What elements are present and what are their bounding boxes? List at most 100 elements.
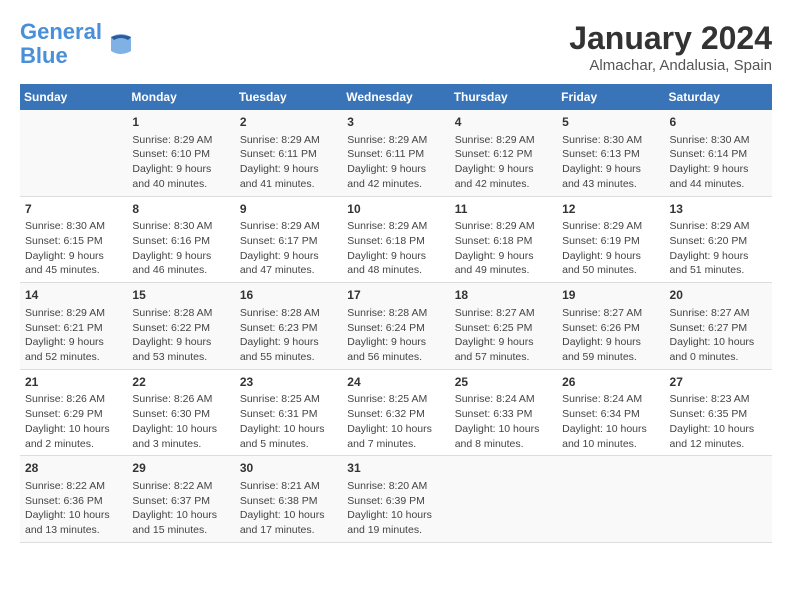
weekday-header: Monday (127, 84, 234, 110)
day-number: 17 (347, 287, 444, 304)
day-info: Sunrise: 8:26 AM Sunset: 6:29 PM Dayligh… (25, 392, 122, 451)
day-number: 5 (562, 114, 659, 131)
day-info: Sunrise: 8:25 AM Sunset: 6:31 PM Dayligh… (240, 392, 337, 451)
calendar-cell: 9Sunrise: 8:29 AM Sunset: 6:17 PM Daylig… (235, 196, 342, 283)
day-info: Sunrise: 8:29 AM Sunset: 6:20 PM Dayligh… (670, 219, 767, 278)
location-title: Almachar, Andalusia, Spain (569, 57, 772, 74)
calendar-cell: 31 Sunrise: 8:20 AM Sunset: 6:39 PM Dayli… (342, 456, 449, 543)
day-info: Sunrise: 8:30 AM Sunset: 6:14 PM Dayligh… (670, 133, 767, 192)
day-number: 28 (25, 460, 122, 477)
day-number: 23 (240, 374, 337, 391)
calendar-cell: 17 Sunrise: 8:28 AM Sunset: 6:24 PM Dayli… (342, 283, 449, 370)
day-info: Sunrise: 8:28 AM Sunset: 6:24 PM Dayligh… (347, 306, 444, 365)
calendar-cell: 18 Sunrise: 8:27 AM Sunset: 6:25 PM Dayli… (450, 283, 557, 370)
day-number: 9 (240, 201, 337, 218)
calendar-week-row: 1Sunrise: 8:29 AM Sunset: 6:10 PM Daylig… (20, 110, 772, 196)
day-number: 26 (562, 374, 659, 391)
day-info: Sunrise: 8:28 AM Sunset: 6:22 PM Dayligh… (132, 306, 229, 365)
day-number: 14 (25, 287, 122, 304)
calendar-cell: 7Sunrise: 8:30 AM Sunset: 6:15 PM Daylig… (20, 196, 127, 283)
calendar-cell: 19 Sunrise: 8:27 AM Sunset: 6:26 PM Dayli… (557, 283, 664, 370)
day-number: 29 (132, 460, 229, 477)
calendar-cell: 13Sunrise: 8:29 AM Sunset: 6:20 PM Dayli… (665, 196, 772, 283)
weekday-header: Friday (557, 84, 664, 110)
logo-icon (106, 29, 136, 59)
day-number: 31 (347, 460, 444, 477)
calendar-cell: 1Sunrise: 8:29 AM Sunset: 6:10 PM Daylig… (127, 110, 234, 196)
day-number: 12 (562, 201, 659, 218)
calendar-cell: 15Sunrise: 8:28 AM Sunset: 6:22 PM Dayli… (127, 283, 234, 370)
calendar-cell: 27Sunrise: 8:23 AM Sunset: 6:35 PM Dayli… (665, 369, 772, 456)
day-number: 4 (455, 114, 552, 131)
day-number: 30 (240, 460, 337, 477)
calendar-cell: 8Sunrise: 8:30 AM Sunset: 6:16 PM Daylig… (127, 196, 234, 283)
day-info: Sunrise: 8:25 AM Sunset: 6:32 PM Dayligh… (347, 392, 444, 451)
day-info: Sunrise: 8:24 AM Sunset: 6:34 PM Dayligh… (562, 392, 659, 451)
day-info: Sunrise: 8:29 AM Sunset: 6:21 PM Dayligh… (25, 306, 122, 365)
day-info: Sunrise: 8:29 AM Sunset: 6:10 PM Dayligh… (132, 133, 229, 192)
weekday-header: Tuesday (235, 84, 342, 110)
day-number: 21 (25, 374, 122, 391)
day-info: Sunrise: 8:30 AM Sunset: 6:13 PM Dayligh… (562, 133, 659, 192)
day-number: 19 (562, 287, 659, 304)
day-number: 20 (670, 287, 767, 304)
calendar-cell: 6 Sunrise: 8:30 AM Sunset: 6:14 PM Daylig… (665, 110, 772, 196)
day-number: 8 (132, 201, 229, 218)
calendar-cell: 23Sunrise: 8:25 AM Sunset: 6:31 PM Dayli… (235, 369, 342, 456)
weekday-header: Saturday (665, 84, 772, 110)
day-info: Sunrise: 8:27 AM Sunset: 6:26 PM Dayligh… (562, 306, 659, 365)
calendar-cell: 12Sunrise: 8:29 AM Sunset: 6:19 PM Dayli… (557, 196, 664, 283)
day-info: Sunrise: 8:29 AM Sunset: 6:12 PM Dayligh… (455, 133, 552, 192)
calendar-cell: 16 Sunrise: 8:28 AM Sunset: 6:23 PM Dayli… (235, 283, 342, 370)
day-info: Sunrise: 8:29 AM Sunset: 6:11 PM Dayligh… (240, 133, 337, 192)
calendar-cell: 11Sunrise: 8:29 AM Sunset: 6:18 PM Dayli… (450, 196, 557, 283)
calendar-cell: 4 Sunrise: 8:29 AM Sunset: 6:12 PM Daylig… (450, 110, 557, 196)
day-number: 25 (455, 374, 552, 391)
day-info: Sunrise: 8:29 AM Sunset: 6:18 PM Dayligh… (455, 219, 552, 278)
day-info: Sunrise: 8:20 AM Sunset: 6:39 PM Dayligh… (347, 479, 444, 538)
calendar-cell: 10Sunrise: 8:29 AM Sunset: 6:18 PM Dayli… (342, 196, 449, 283)
calendar-week-row: 21Sunrise: 8:26 AM Sunset: 6:29 PM Dayli… (20, 369, 772, 456)
logo-text: GeneralBlue (20, 20, 102, 68)
day-info: Sunrise: 8:30 AM Sunset: 6:15 PM Dayligh… (25, 219, 122, 278)
day-info: Sunrise: 8:22 AM Sunset: 6:37 PM Dayligh… (132, 479, 229, 538)
calendar-cell (557, 456, 664, 543)
day-number: 10 (347, 201, 444, 218)
calendar-cell: 25Sunrise: 8:24 AM Sunset: 6:33 PM Dayli… (450, 369, 557, 456)
day-number: 18 (455, 287, 552, 304)
calendar-cell (450, 456, 557, 543)
day-info: Sunrise: 8:29 AM Sunset: 6:11 PM Dayligh… (347, 133, 444, 192)
day-info: Sunrise: 8:27 AM Sunset: 6:27 PM Dayligh… (670, 306, 767, 365)
calendar-table: SundayMondayTuesdayWednesdayThursdayFrid… (20, 84, 772, 543)
logo: GeneralBlue (20, 20, 136, 68)
calendar-cell (20, 110, 127, 196)
day-number: 7 (25, 201, 122, 218)
day-info: Sunrise: 8:26 AM Sunset: 6:30 PM Dayligh… (132, 392, 229, 451)
day-number: 16 (240, 287, 337, 304)
day-info: Sunrise: 8:23 AM Sunset: 6:35 PM Dayligh… (670, 392, 767, 451)
calendar-cell: 29 Sunrise: 8:22 AM Sunset: 6:37 PM Dayli… (127, 456, 234, 543)
calendar-cell (665, 456, 772, 543)
month-title: January 2024 (569, 20, 772, 57)
calendar-cell: 5 Sunrise: 8:30 AM Sunset: 6:13 PM Daylig… (557, 110, 664, 196)
day-number: 13 (670, 201, 767, 218)
page-header: GeneralBlue January 2024 Almachar, Andal… (20, 20, 772, 74)
calendar-cell: 30 Sunrise: 8:21 AM Sunset: 6:38 PM Dayli… (235, 456, 342, 543)
calendar-week-row: 14 Sunrise: 8:29 AM Sunset: 6:21 PM Dayli… (20, 283, 772, 370)
day-info: Sunrise: 8:29 AM Sunset: 6:19 PM Dayligh… (562, 219, 659, 278)
day-info: Sunrise: 8:21 AM Sunset: 6:38 PM Dayligh… (240, 479, 337, 538)
calendar-week-row: 28 Sunrise: 8:22 AM Sunset: 6:36 PM Dayli… (20, 456, 772, 543)
calendar-header-row: SundayMondayTuesdayWednesdayThursdayFrid… (20, 84, 772, 110)
day-info: Sunrise: 8:30 AM Sunset: 6:16 PM Dayligh… (132, 219, 229, 278)
day-info: Sunrise: 8:22 AM Sunset: 6:36 PM Dayligh… (25, 479, 122, 538)
calendar-week-row: 7Sunrise: 8:30 AM Sunset: 6:15 PM Daylig… (20, 196, 772, 283)
day-info: Sunrise: 8:27 AM Sunset: 6:25 PM Dayligh… (455, 306, 552, 365)
day-info: Sunrise: 8:28 AM Sunset: 6:23 PM Dayligh… (240, 306, 337, 365)
calendar-cell: 28 Sunrise: 8:22 AM Sunset: 6:36 PM Dayli… (20, 456, 127, 543)
calendar-cell: 14 Sunrise: 8:29 AM Sunset: 6:21 PM Dayli… (20, 283, 127, 370)
day-number: 11 (455, 201, 552, 218)
weekday-header: Thursday (450, 84, 557, 110)
calendar-cell: 3Sunrise: 8:29 AM Sunset: 6:11 PM Daylig… (342, 110, 449, 196)
day-number: 6 (670, 114, 767, 131)
day-info: Sunrise: 8:29 AM Sunset: 6:17 PM Dayligh… (240, 219, 337, 278)
